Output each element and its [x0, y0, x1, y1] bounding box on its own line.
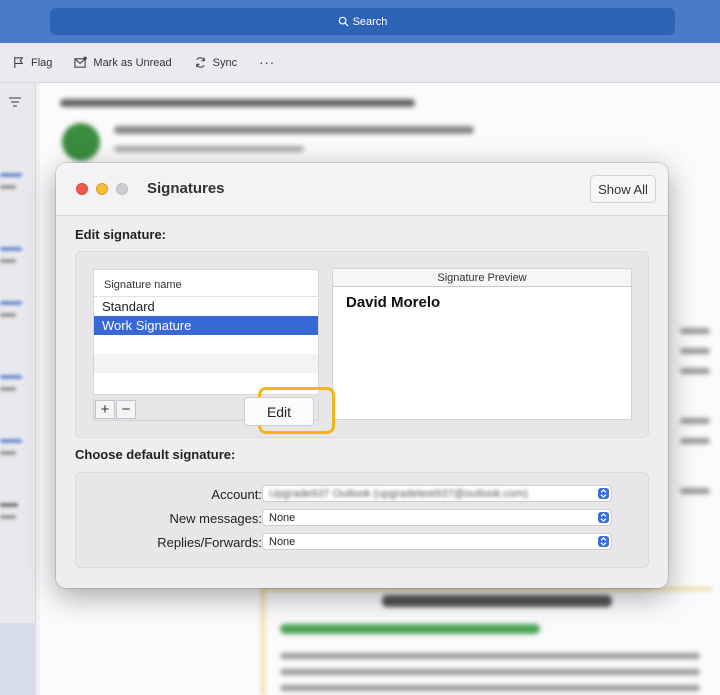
edit-signature-heading: Edit signature: [75, 227, 167, 242]
flag-button[interactable]: Flag [12, 56, 52, 69]
email-body-fragment [680, 348, 710, 354]
replies-forwards-select[interactable]: None [262, 533, 612, 550]
close-window-button[interactable] [76, 183, 88, 195]
add-signature-button[interactable]: + [95, 400, 115, 419]
email-body-fragment [680, 488, 710, 494]
signature-list-empty-row [94, 354, 318, 373]
mark-unread-button[interactable]: Mark as Unread [74, 56, 172, 69]
signature-list-header: Signature name [94, 270, 318, 297]
account-select[interactable]: Upgrade937 Outlook (upgradetest937@outlo… [262, 485, 612, 502]
message-list-blurred [0, 173, 30, 527]
signature-preview-header: Signature Preview [333, 269, 631, 287]
show-all-button[interactable]: Show All [590, 175, 656, 203]
email-body-line [280, 685, 700, 691]
account-value: Upgrade937 Outlook (upgradetest937@outlo… [269, 488, 528, 500]
signature-list[interactable]: Signature name Standard Work Signature [93, 269, 319, 395]
email-body-fragment [680, 438, 710, 444]
edit-signature-button[interactable]: Edit [244, 397, 314, 426]
chevron-updown-icon [598, 512, 609, 523]
new-messages-select[interactable]: None [262, 509, 612, 526]
search-label: Search [352, 15, 388, 28]
chevron-updown-icon [598, 488, 609, 499]
email-body-line [280, 653, 700, 659]
sync-icon [195, 57, 205, 68]
flag-icon [14, 56, 24, 69]
search-icon [338, 16, 349, 27]
email-deals-heading [382, 595, 612, 607]
selected-message[interactable] [0, 623, 36, 695]
account-label: Account: [211, 487, 262, 502]
email-body-line [280, 669, 700, 675]
signature-list-empty-row [94, 335, 318, 354]
email-card-border [262, 588, 712, 590]
default-signature-heading: Choose default signature: [75, 447, 236, 462]
new-messages-value: None [269, 512, 296, 524]
filter-icon[interactable] [9, 97, 21, 107]
dialog-title-bar: Signatures Show All [56, 163, 668, 216]
recipient-line [114, 146, 304, 152]
zoom-window-button [116, 183, 128, 195]
email-body-fragment [680, 328, 710, 334]
email-body-fragment [680, 368, 710, 374]
remove-signature-button[interactable]: − [116, 400, 136, 419]
replies-forwards-label: Replies/Forwards: [157, 535, 262, 550]
more-icon[interactable]: ··· [259, 55, 275, 70]
email-course-link[interactable] [280, 624, 540, 634]
chevron-updown-icon [598, 536, 609, 547]
signature-preview: Signature Preview David Morelo [332, 268, 632, 420]
message-toolbar: Flag Mark as Unread Sync ··· [0, 43, 720, 83]
signatures-dialog: Signatures Show All Edit signature: Sign… [56, 163, 668, 588]
dialog-title: Signatures [147, 180, 225, 197]
avatar [62, 123, 100, 161]
message-list-pane [0, 83, 36, 695]
new-messages-row: New messages: None [76, 509, 650, 527]
sync-button[interactable]: Sync [194, 56, 237, 69]
mark-unread-label: Mark as Unread [93, 56, 172, 69]
email-subject-bar [60, 99, 415, 107]
signature-item-standard[interactable]: Standard [94, 297, 318, 316]
outlook-title-bar: Search [0, 0, 720, 43]
sender-line [114, 126, 474, 134]
minimize-window-button[interactable] [96, 183, 108, 195]
signature-item-work[interactable]: Work Signature [94, 316, 318, 335]
signature-preview-name: David Morelo [346, 294, 441, 311]
replies-forwards-value: None [269, 536, 296, 548]
email-body-fragment [680, 418, 710, 424]
envelope-icon [74, 56, 88, 68]
default-signature-group: Account: Upgrade937 Outlook (upgradetest… [75, 472, 649, 568]
flag-label: Flag [31, 56, 53, 69]
new-messages-label: New messages: [169, 511, 262, 526]
search-bar[interactable]: Search [50, 8, 675, 35]
replies-forwards-row: Replies/Forwards: None [76, 533, 650, 551]
account-row: Account: Upgrade937 Outlook (upgradetest… [76, 485, 650, 503]
sync-label: Sync [212, 56, 238, 69]
edit-signature-group: Signature name Standard Work Signature +… [75, 251, 649, 438]
email-card-border [262, 588, 264, 695]
